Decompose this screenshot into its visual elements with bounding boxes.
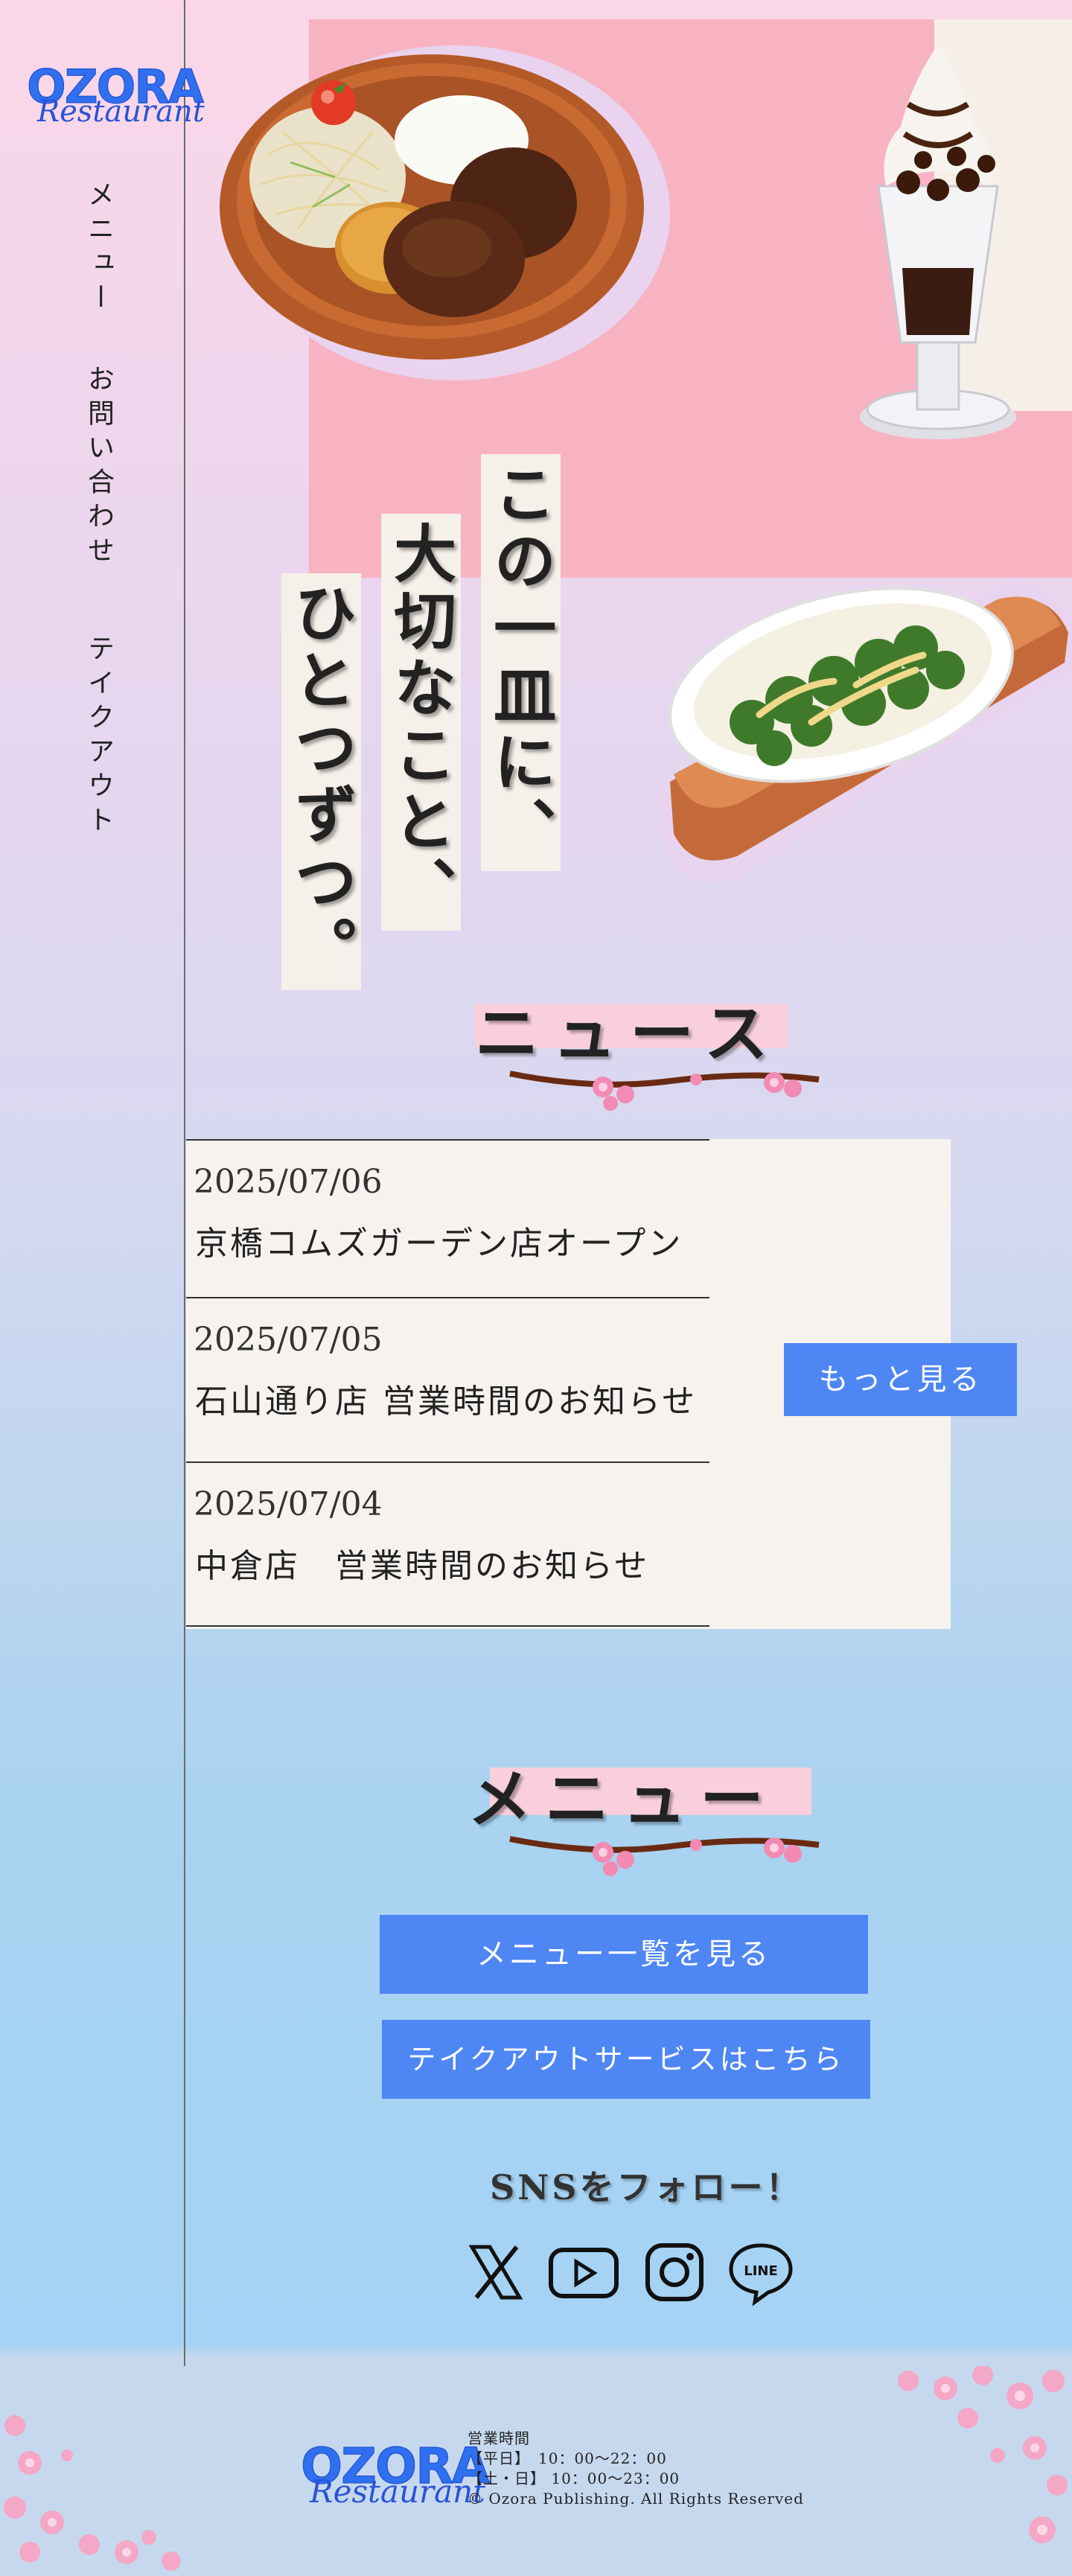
footer-info: 営業時間 【平日】 10：00～22：00 【土・日】 10：00～23：00 … bbox=[468, 2429, 804, 2509]
hero-line-1: この一皿に、 bbox=[480, 454, 561, 871]
nav-item-menu[interactable]: メニュー bbox=[79, 180, 118, 317]
parfait-image bbox=[860, 45, 1016, 439]
menu-list-button[interactable]: メニュー一覧を見る bbox=[380, 1915, 868, 1994]
news-more-button[interactable]: もっと見る bbox=[784, 1343, 1017, 1416]
sakura-branch-icon bbox=[509, 1836, 820, 1876]
news-date: 2025/07/04 bbox=[194, 1485, 383, 1523]
footer-logo[interactable]: OZORA Restaurant bbox=[301, 2441, 491, 2516]
news-date: 2025/07/05 bbox=[194, 1321, 383, 1359]
takeout-button[interactable]: テイクアウトサービスはこちら bbox=[382, 2020, 870, 2099]
weekday-hours: 【平日】 10：00～22：00 bbox=[468, 2449, 667, 2467]
news-item[interactable]: 2025/07/06 京橋コムズガーデン店オープン bbox=[186, 1139, 709, 1304]
news-divider bbox=[186, 1625, 709, 1627]
hamburg-plate-image bbox=[220, 45, 670, 380]
hero-line-2: 大切なこと、 bbox=[380, 514, 461, 931]
line-icon[interactable]: LINE bbox=[725, 2237, 797, 2308]
hours-label: 営業時間 bbox=[468, 2429, 530, 2447]
news-title[interactable]: 中倉店 営業時間のお知らせ bbox=[195, 1539, 649, 1587]
sakura-decoration-icon bbox=[4, 2415, 181, 2571]
x-icon[interactable] bbox=[460, 2237, 532, 2308]
instagram-icon[interactable] bbox=[639, 2237, 710, 2308]
hero-line-3: ひとつずつ。 bbox=[281, 573, 361, 990]
sakura-branch-icon bbox=[509, 1071, 820, 1111]
footer-logo-script: Restaurant bbox=[310, 2473, 486, 2510]
copyright: © Ozora Publishing. All Rights Reserved bbox=[468, 2490, 804, 2508]
weekend-hours: 【土・日】 10：00～23：00 bbox=[468, 2470, 680, 2487]
line-icon-text: LINE bbox=[744, 2263, 778, 2279]
sidebar: OZORA Restaurant メニュー お問い合わせ テイクアウト bbox=[0, 0, 205, 2366]
news-title[interactable]: 京橋コムズガーデン店オープン bbox=[195, 1217, 683, 1264]
sns-heading: SNSをフォロー！ bbox=[490, 2167, 803, 2207]
youtube-icon[interactable] bbox=[548, 2237, 619, 2308]
nav-item-takeout[interactable]: テイクアウト bbox=[79, 634, 118, 840]
news-title[interactable]: 石山通り店 営業時間のお知らせ bbox=[195, 1374, 697, 1422]
news-date: 2025/07/06 bbox=[194, 1163, 383, 1201]
news-item[interactable]: 2025/07/05 石山通り店 営業時間のお知らせ bbox=[186, 1297, 709, 1462]
sakura-decoration-icon bbox=[898, 2366, 1068, 2543]
broccoli-gratin-image bbox=[655, 581, 1072, 882]
nav-item-contact[interactable]: お問い合わせ bbox=[79, 365, 118, 570]
logo-script: Restaurant bbox=[37, 95, 205, 129]
news-item[interactable]: 2025/07/04 中倉店 営業時間のお知らせ bbox=[186, 1461, 709, 1627]
brand-logo[interactable]: OZORA Restaurant bbox=[26, 63, 204, 131]
